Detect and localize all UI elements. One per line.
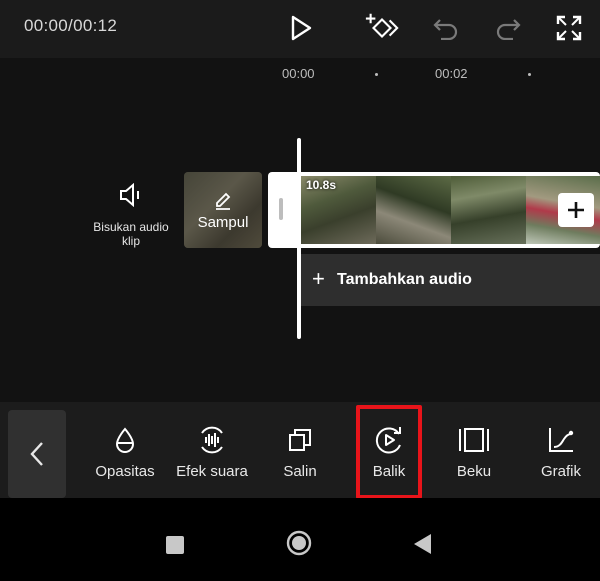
tool-label: Beku (456, 463, 492, 480)
tool-graph[interactable]: Grafik (518, 420, 600, 480)
undo-icon (433, 19, 458, 40)
keyframe-button[interactable] (364, 10, 400, 46)
tool-sound-effect[interactable]: Efek suara (169, 420, 255, 480)
home-button[interactable] (286, 530, 312, 556)
add-audio-label: Tambahkan audio (337, 271, 472, 288)
edit-icon (216, 192, 231, 210)
play-icon (291, 15, 312, 41)
clip-frame (376, 176, 451, 244)
speaker-icon (120, 182, 139, 208)
copy-icon (289, 429, 311, 451)
opacity-icon (115, 427, 135, 453)
time-ruler[interactable]: 00:00 00:02 (0, 58, 600, 88)
chevron-left-icon (30, 442, 43, 466)
recent-apps-button[interactable] (166, 536, 184, 554)
ruler-label: 00:00 (282, 66, 315, 81)
sound-effect-icon (201, 426, 223, 454)
playback-time: 00:00/00:12 (24, 16, 118, 35)
tool-label: Salin (283, 463, 317, 480)
clip-frame (451, 176, 526, 244)
tool-label: Opasitas (95, 463, 155, 480)
tool-label: Grafik (540, 463, 581, 480)
fullscreen-icon (556, 15, 582, 41)
toolbar-back-button[interactable] (8, 410, 66, 498)
tool-opacity[interactable]: Opasitas (82, 420, 168, 480)
mute-label: Bisukan audio klip (93, 220, 169, 248)
tool-label: Efek suara (176, 463, 248, 480)
freeze-icon (459, 428, 489, 452)
graph-icon (549, 428, 574, 452)
clip-thumbnails (301, 176, 600, 244)
add-clip-button[interactable] (558, 193, 594, 227)
clip-duration: 10.8s (306, 178, 337, 192)
plus-icon (568, 202, 584, 218)
mute-clip-audio-button[interactable]: Bisukan audio klip (86, 182, 176, 248)
redo-icon (496, 19, 521, 40)
back-button[interactable] (412, 533, 432, 555)
cover-thumbnail (184, 172, 262, 248)
highlight-box (356, 405, 422, 499)
ruler-tick (528, 73, 531, 76)
redo-button[interactable] (490, 10, 526, 46)
ruler-tick (375, 73, 378, 76)
clip-trim-handle[interactable] (279, 198, 283, 220)
ruler-label: 00:02 (435, 66, 468, 81)
play-button[interactable] (283, 10, 319, 46)
add-audio-plus: + (312, 266, 325, 291)
cover-button[interactable]: Sampul (184, 172, 262, 248)
fullscreen-button[interactable] (551, 10, 587, 46)
tool-freeze[interactable]: Beku (431, 420, 517, 480)
keyframe-icon (365, 13, 399, 39)
tool-copy[interactable]: Salin (257, 420, 343, 480)
playhead[interactable] (297, 138, 301, 339)
undo-button[interactable] (428, 10, 464, 46)
cover-label: Sampul (197, 214, 249, 231)
